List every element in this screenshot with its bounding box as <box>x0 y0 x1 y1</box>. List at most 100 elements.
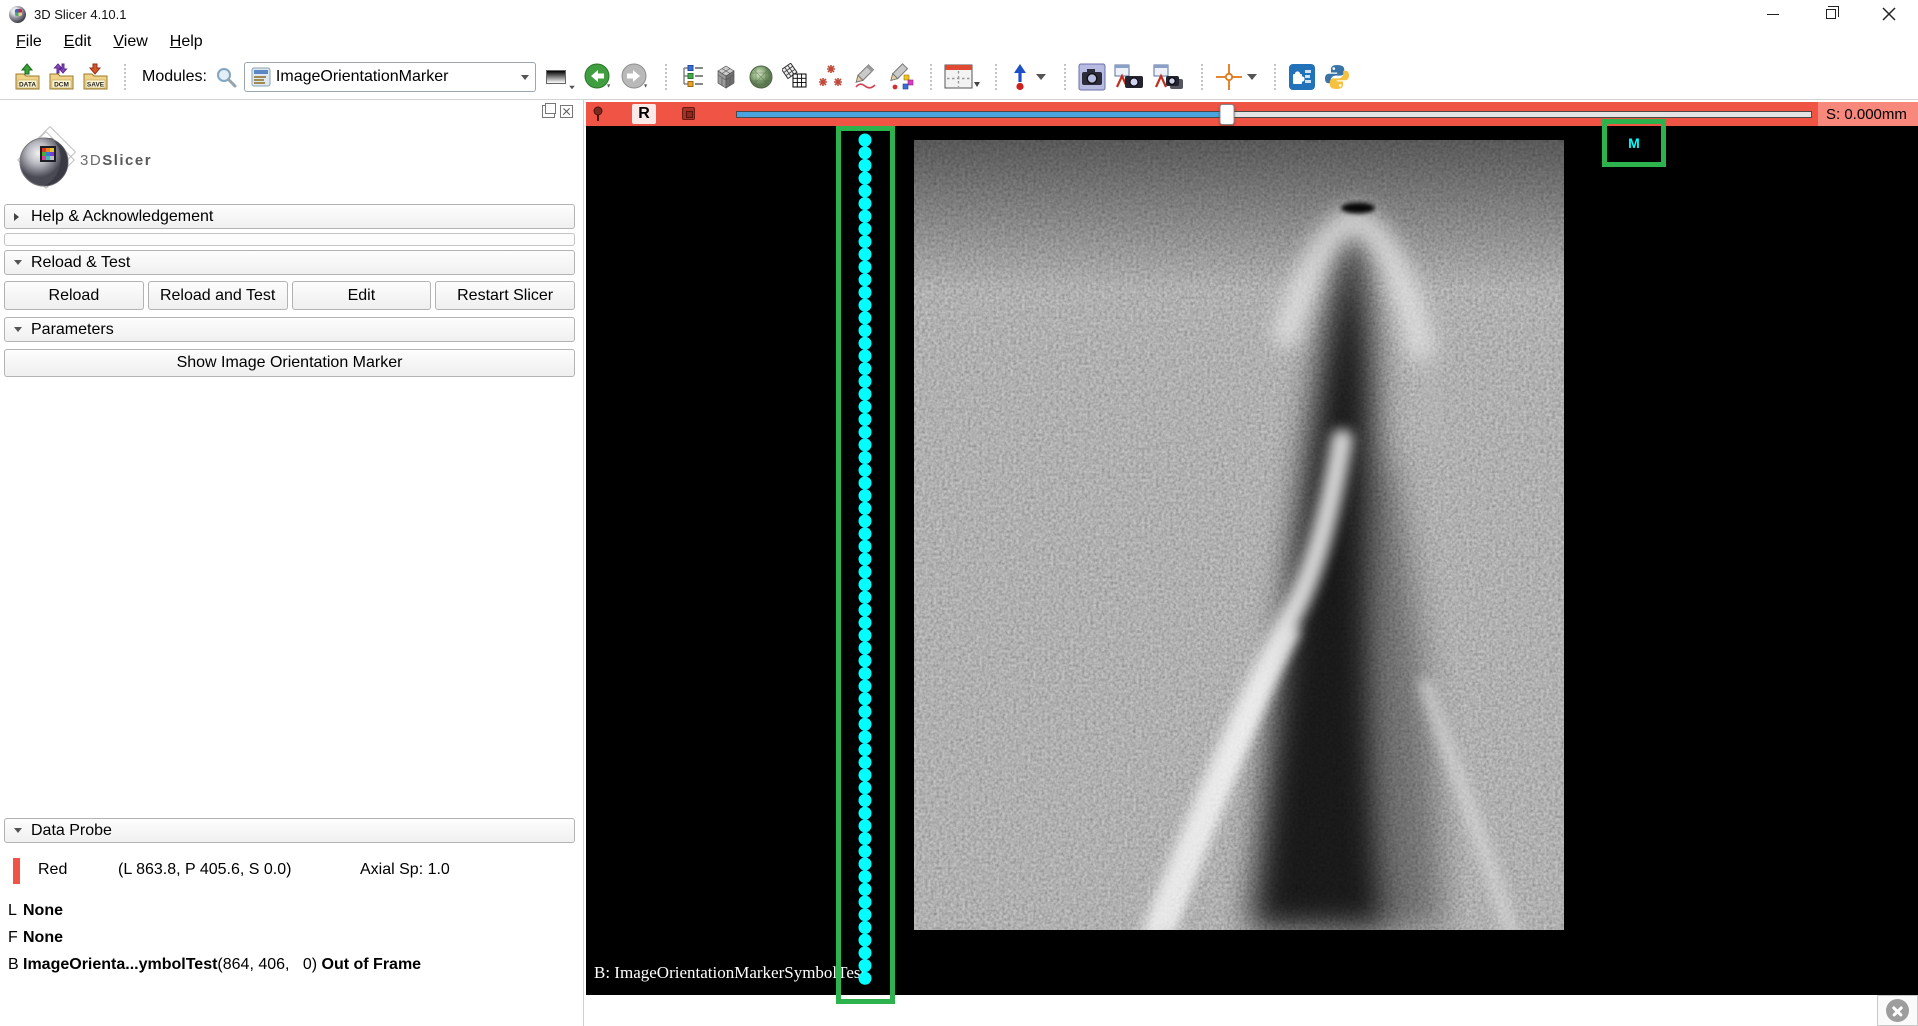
annotations-color-button[interactable] <box>887 61 915 93</box>
toolbar-separator <box>930 64 936 90</box>
module-history-button[interactable] <box>546 61 576 93</box>
modules-label: Modules: <box>142 68 207 86</box>
transforms-module-button[interactable] <box>782 61 810 93</box>
sceneview-restore-button[interactable] <box>1152 61 1186 93</box>
section-help-acknowledgement[interactable]: Help & Acknowledgement <box>4 204 575 229</box>
load-data-icon: DATA <box>14 63 41 91</box>
title-bar: 3D Slicer 4.10.1 <box>0 0 1918 28</box>
screenshot-button[interactable] <box>1078 61 1106 93</box>
toolbar-separator <box>1201 64 1207 90</box>
layout-icon <box>944 64 980 90</box>
section-parameters[interactable]: Parameters <box>4 317 575 342</box>
svg-text:DATA: DATA <box>19 82 36 89</box>
subject-hierarchy-icon <box>679 64 705 90</box>
minimize-icon <box>1767 14 1779 15</box>
module-back-button[interactable] <box>583 61 613 93</box>
extensions-icon <box>1288 63 1316 91</box>
svg-text:SAVE: SAVE <box>87 82 105 89</box>
expanded-arrow-icon <box>14 327 22 332</box>
sceneview-camera-icon <box>1113 63 1145 91</box>
annotation-color-pencil-icon <box>887 63 915 91</box>
data-cube-icon <box>712 63 740 91</box>
forward-arrow-icon <box>620 62 650 92</box>
menu-file[interactable]: File <box>8 31 50 53</box>
main-area: 3DSlicer Help & Acknowledgement Reload &… <box>0 100 1918 1026</box>
toolbar-separator <box>1064 64 1070 90</box>
save-icon: SAVE <box>82 63 109 91</box>
crosshair-button[interactable] <box>1215 61 1259 93</box>
reload-and-test-button[interactable]: Reload and Test <box>148 281 288 310</box>
dicom-button[interactable]: DCM <box>48 61 75 93</box>
slice-spacing: Axial Sp: 1.0 <box>360 861 450 879</box>
sceneview-capture-button[interactable] <box>1113 61 1145 93</box>
toolbar-separator <box>1274 64 1280 90</box>
module-panel: 3DSlicer Help & Acknowledgement Reload &… <box>0 100 584 1026</box>
panel-controls <box>542 105 573 118</box>
mouse-mode-button[interactable] <box>1009 61 1049 93</box>
section-reload-test[interactable]: Reload & Test <box>4 250 575 275</box>
slicer-logo-image <box>10 124 82 196</box>
screenshot-camera-icon <box>1078 63 1106 91</box>
subject-hierarchy-button[interactable] <box>679 61 705 93</box>
sceneview-restore-icon <box>1152 63 1186 91</box>
reload-buttons-row: Reload Reload and Test Edit Restart Slic… <box>4 281 575 310</box>
chevron-down-icon <box>569 86 575 90</box>
extensions-manager-button[interactable] <box>1288 61 1316 93</box>
slice-orientation-label: R <box>632 104 656 124</box>
pin-icon[interactable] <box>591 106 605 122</box>
module-selected-label: ImageOrientationMarker <box>276 68 521 86</box>
models-sphere-icon <box>747 63 775 91</box>
expanded-arrow-icon <box>14 260 22 265</box>
app-window: 3D Slicer 4.10.1 File Edit View Help DAT… <box>0 0 1918 1026</box>
section-data-probe[interactable]: Data Probe <box>4 818 575 843</box>
slice-menu-icon[interactable] <box>682 107 695 120</box>
minimize-button[interactable] <box>1744 0 1802 28</box>
edit-button[interactable]: Edit <box>292 281 432 310</box>
undock-panel-icon[interactable] <box>542 105 555 118</box>
layout-selector-button[interactable] <box>944 61 980 93</box>
probe-layer-b: BImageOrienta...ymbolTest(864, 406, 0) O… <box>8 956 421 974</box>
menu-edit[interactable]: Edit <box>56 31 100 53</box>
models-module-button[interactable] <box>747 61 775 93</box>
slice-viewport[interactable]: B: ImageOrientationMarkerSymbolTest <box>586 126 1918 995</box>
save-button[interactable]: SAVE <box>82 61 109 93</box>
slicer-app-icon <box>9 6 26 23</box>
ultrasound-image <box>914 140 1564 930</box>
close-panel-icon[interactable] <box>560 105 573 118</box>
dicom-icon: DCM <box>48 63 75 91</box>
restore-button[interactable] <box>1802 0 1860 28</box>
python-console-button[interactable] <box>1323 61 1351 93</box>
dismiss-notification-button[interactable] <box>1877 995 1918 1026</box>
collapsed-arrow-icon <box>14 213 19 221</box>
data-probe-slice-row: Red (L 863.8, P 405.6, S 0.0) Axial Sp: … <box>0 857 583 885</box>
window-title: 3D Slicer 4.10.1 <box>34 7 127 22</box>
slice-slider-handle[interactable] <box>1219 104 1234 125</box>
chevron-down-icon <box>521 75 529 80</box>
corner-annotation: B: ImageOrientationMarkerSymbolTest <box>594 963 865 983</box>
crosshair-icon <box>1215 63 1259 91</box>
line-highlight-rectangle <box>836 126 895 1004</box>
load-data-button[interactable]: DATA <box>14 61 41 93</box>
menu-bar: File Edit View Help <box>0 28 1918 55</box>
menu-view[interactable]: View <box>105 31 155 53</box>
orientation-marker-letter: M <box>1628 135 1640 151</box>
slider-fill <box>737 112 1227 117</box>
slicer-logo-text: 3DSlicer <box>80 152 152 169</box>
module-search-button[interactable] <box>215 61 237 93</box>
show-orientation-marker-button[interactable]: Show Image Orientation Marker <box>4 349 575 377</box>
data-module-button[interactable] <box>712 61 740 93</box>
module-forward-button[interactable] <box>620 61 650 93</box>
annotations-ruler-button[interactable] <box>852 61 880 93</box>
menu-help[interactable]: Help <box>162 31 211 53</box>
svg-text:DCM: DCM <box>54 82 69 89</box>
toolbar-separator <box>995 64 1001 90</box>
red-slice-view: R S: 0.000mm <box>584 100 1918 1026</box>
module-selector[interactable]: ImageOrientationMarker <box>244 62 536 92</box>
close-button[interactable] <box>1860 0 1918 28</box>
markups-module-button[interactable] <box>817 61 845 93</box>
bottom-strip <box>584 995 1918 1026</box>
expanded-arrow-icon <box>14 828 22 833</box>
slice-offset-slider[interactable] <box>736 111 1812 118</box>
reload-button[interactable]: Reload <box>4 281 144 310</box>
restart-slicer-button[interactable]: Restart Slicer <box>435 281 575 310</box>
